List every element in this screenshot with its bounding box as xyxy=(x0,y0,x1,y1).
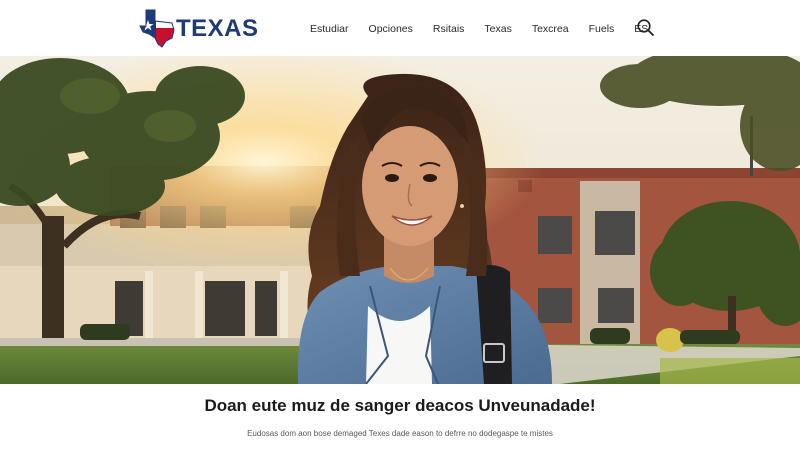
texas-state-flag-icon xyxy=(139,9,175,48)
hero-image xyxy=(0,56,800,384)
nav-item-fuels[interactable]: Fuels xyxy=(589,23,615,35)
nav-item-rsitais[interactable]: Rsitais xyxy=(433,23,465,35)
main-nav: Estudiar Opciones Rsitais Texas Texcrea … xyxy=(310,19,660,39)
hero-caption: Doan eute muz de sanger deacos Unveunada… xyxy=(0,384,800,450)
nav-item-texas[interactable]: Texas xyxy=(484,23,511,35)
page-headline: Doan eute muz de sanger deacos Unveunada… xyxy=(204,396,596,415)
page-subtext: Eudosas dom aon bose demaged Texes dade … xyxy=(247,429,553,438)
nav-item-texcrea[interactable]: Texcrea xyxy=(532,23,569,35)
nav-item-opciones[interactable]: Opciones xyxy=(369,23,413,35)
nav-item-estudiar[interactable]: Estudiar xyxy=(310,23,349,35)
site-header: TEXAS Estudiar Opciones Rsitais Texas Te… xyxy=(0,0,800,56)
search-icon xyxy=(637,19,654,36)
brand-name: TEXAS xyxy=(176,15,259,42)
hero-illustration xyxy=(0,56,800,384)
brand-logo[interactable]: TEXAS xyxy=(138,8,259,48)
search-button[interactable] xyxy=(636,18,656,38)
